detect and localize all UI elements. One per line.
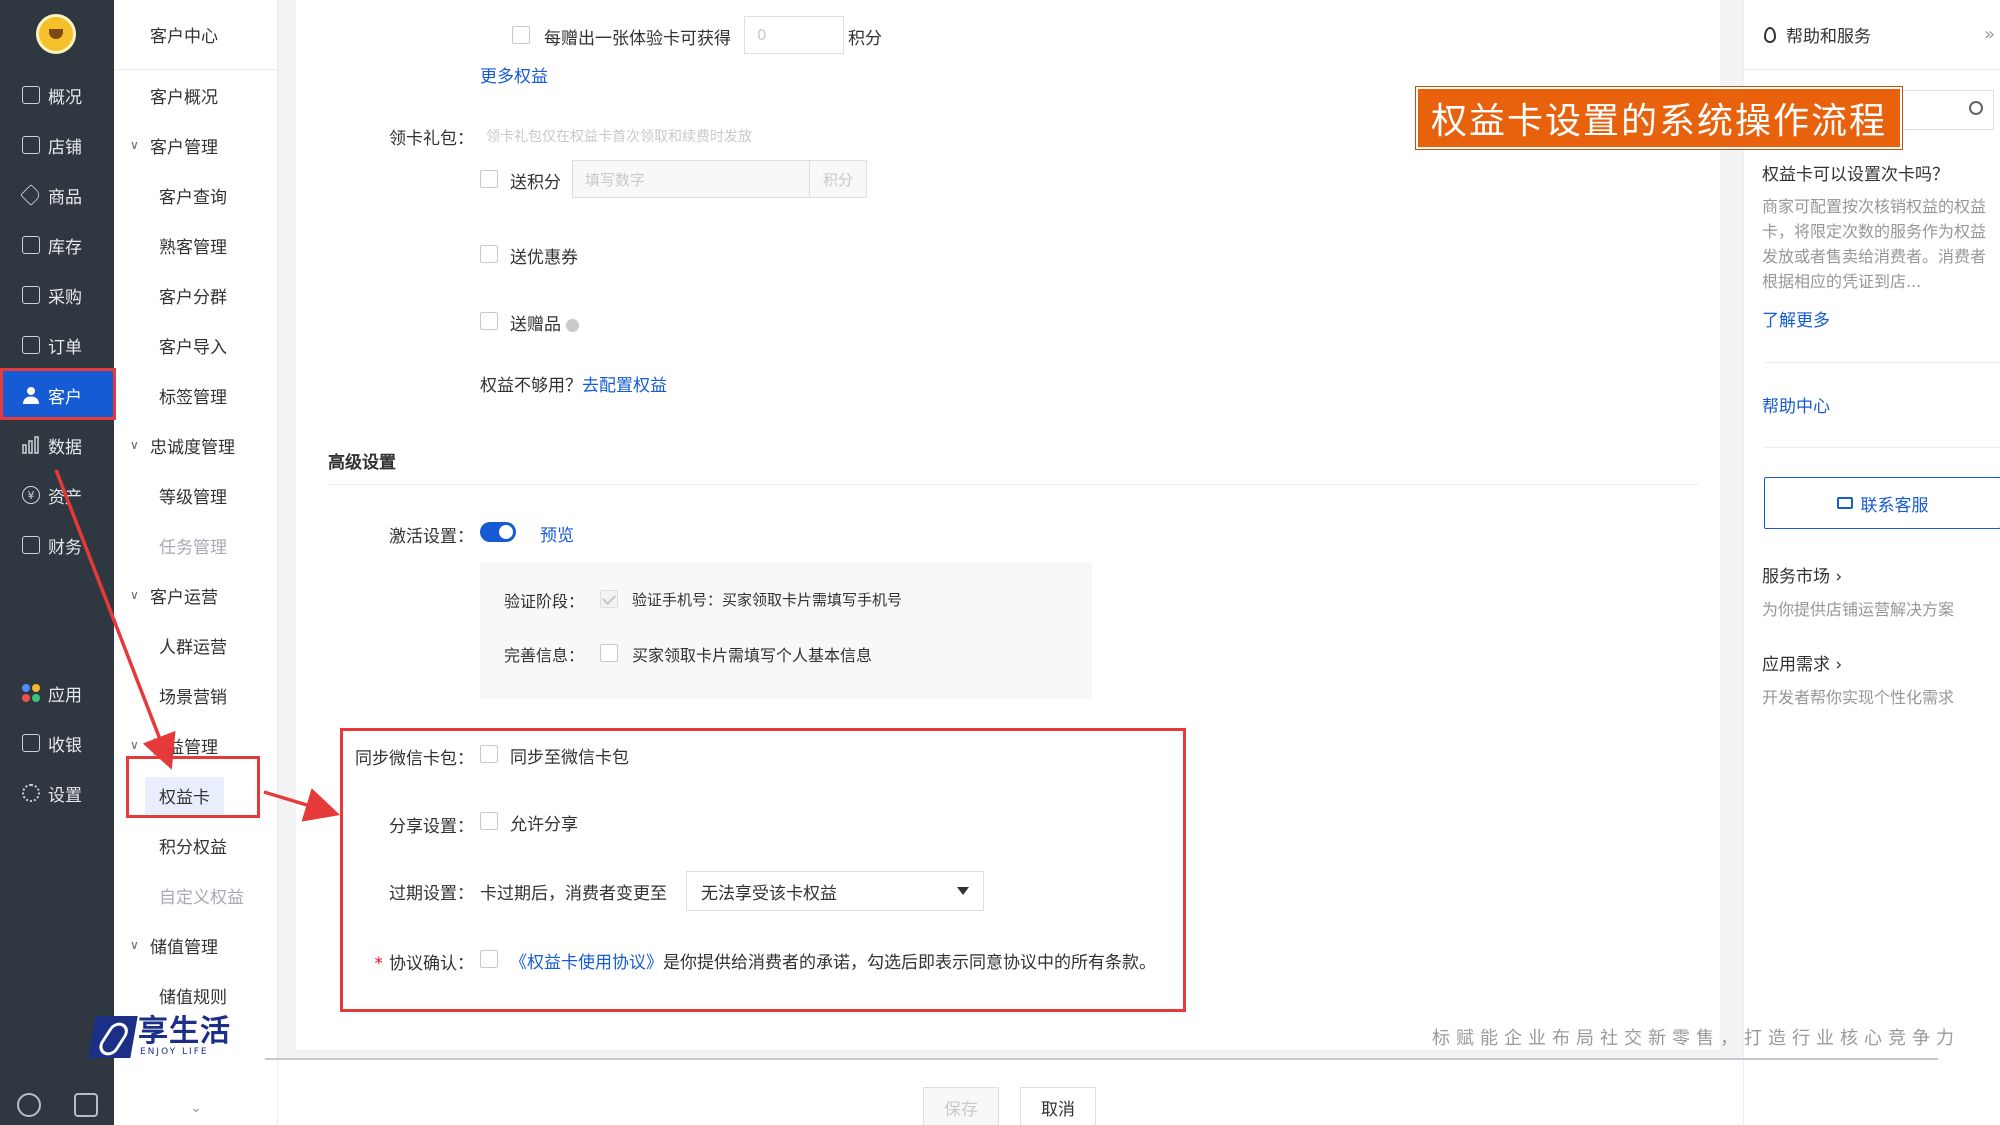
- annotation-arrows: [54, 469, 341, 822]
- title-banner: 权益卡设置的系统操作流程: [1415, 86, 1903, 150]
- brand-name: 享生活: [138, 1014, 231, 1049]
- brand-watermark: 享生活 ENJOY LIFE: [88, 1014, 231, 1058]
- arrow-to-settings: [263, 788, 341, 822]
- arrow-to-rights-card: [54, 469, 176, 770]
- slogan-text: 标赋能企业布局社交新零售，打造行业核心竞争力: [1432, 1028, 1960, 1049]
- brand-logo-icon: [88, 1016, 138, 1058]
- app-root: 概况 店铺 商品 库存 采购 订单 客户 数据 ¥ 财务 应用 收银 设置 客户…: [0, 0, 2000, 1125]
- footer-rule: [265, 1058, 1938, 1060]
